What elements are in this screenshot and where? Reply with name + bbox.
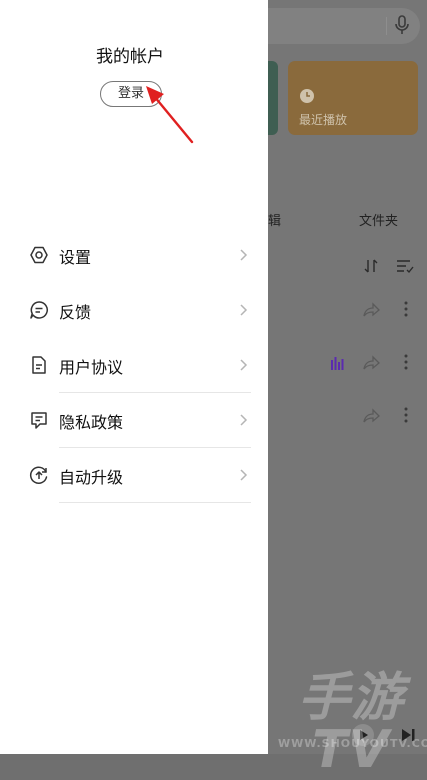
search-divider bbox=[386, 17, 387, 35]
privacy-icon bbox=[31, 412, 47, 429]
chevron-right-icon bbox=[240, 304, 248, 316]
more-icon[interactable] bbox=[403, 300, 409, 318]
recent-play-label: 最近播放 bbox=[299, 113, 348, 127]
watermark-url: WWW.SHOUYOUTV.COM bbox=[278, 737, 427, 750]
now-playing-bars-icon bbox=[331, 357, 344, 370]
annotation-arrow-icon bbox=[146, 86, 194, 144]
chevron-right-icon bbox=[240, 414, 248, 426]
more-icon[interactable] bbox=[403, 353, 409, 371]
menu-item-auto-upgrade[interactable]: 自动升级 bbox=[0, 448, 268, 503]
share-icon[interactable] bbox=[362, 408, 380, 424]
share-icon[interactable] bbox=[362, 355, 380, 371]
microphone-icon[interactable] bbox=[394, 15, 410, 35]
chevron-right-icon bbox=[240, 249, 248, 261]
chevron-right-icon bbox=[240, 469, 248, 481]
menu-label: 反馈 bbox=[59, 303, 92, 322]
menu-item-feedback[interactable]: 反馈 bbox=[0, 283, 268, 338]
sort-icon[interactable] bbox=[363, 258, 379, 274]
feedback-icon bbox=[30, 301, 48, 319]
account-title: 我的帐户 bbox=[96, 47, 164, 67]
menu-item-user-agreement[interactable]: 用户协议 bbox=[0, 338, 268, 393]
more-icon[interactable] bbox=[403, 406, 409, 424]
gear-icon bbox=[30, 246, 48, 264]
upgrade-icon bbox=[29, 466, 48, 484]
menu-label: 用户协议 bbox=[59, 358, 124, 377]
category-card-partial[interactable] bbox=[268, 61, 278, 135]
document-icon bbox=[32, 356, 46, 374]
tab-folder[interactable]: 文件夹 bbox=[359, 210, 398, 229]
account-drawer: 我的帐户 登录 设置 反馈 用户协议 隐私政策 自动升级 bbox=[0, 0, 268, 754]
menu-label: 设置 bbox=[59, 248, 92, 267]
menu-divider bbox=[59, 502, 251, 503]
tab-album[interactable]: 辑 bbox=[268, 210, 281, 229]
menu-item-settings[interactable]: 设置 bbox=[0, 228, 268, 283]
menu-label: 隐私政策 bbox=[59, 413, 124, 432]
share-icon[interactable] bbox=[362, 302, 380, 318]
watermark-logo: 手游TV bbox=[297, 668, 404, 780]
recent-play-card[interactable]: 最近播放 bbox=[288, 61, 418, 135]
menu-item-privacy-policy[interactable]: 隐私政策 bbox=[0, 393, 268, 448]
drawer-menu: 设置 反馈 用户协议 隐私政策 自动升级 bbox=[0, 228, 268, 503]
clock-icon bbox=[300, 89, 314, 103]
chevron-right-icon bbox=[240, 359, 248, 371]
multi-select-icon[interactable] bbox=[396, 258, 414, 274]
menu-label: 自动升级 bbox=[59, 468, 124, 487]
